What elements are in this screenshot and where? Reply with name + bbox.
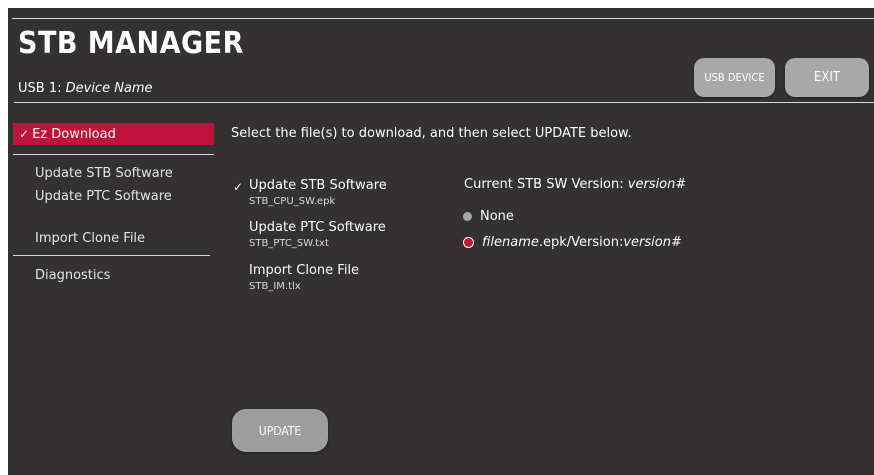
sidebar-item-label: Update STB Software (35, 165, 173, 181)
instruction-text: Select the file(s) to download, and then… (231, 126, 632, 141)
version-label-text: Current STB SW Version: (464, 177, 628, 192)
radio-none[interactable]: None (463, 209, 514, 224)
sidebar-item-update-ptc[interactable]: Update PTC Software (13, 185, 214, 207)
sidebar-divider (13, 154, 214, 155)
option-import-clone[interactable]: Import Clone File (249, 263, 359, 278)
top-divider (12, 18, 874, 19)
option-update-ptc[interactable]: Update PTC Software (249, 220, 386, 235)
radio-filename: filename (482, 235, 539, 250)
sidebar-item-update-stb[interactable]: Update STB Software (13, 162, 214, 184)
option-file-name: STB_PTC_SW.txt (249, 238, 329, 249)
option-file-name: STB_CPU_SW.epk (249, 196, 336, 207)
sidebar-item-label: Update PTC Software (35, 188, 172, 204)
sidebar-item-label: Import Clone File (35, 230, 146, 246)
radio-version: version# (623, 235, 682, 250)
sidebar-divider (13, 255, 210, 256)
radio-filename[interactable]: filename .epk/Version: version# (463, 235, 682, 250)
option-update-stb[interactable]: Update STB Software (249, 178, 387, 193)
radio-off-icon (463, 212, 472, 221)
app-title: STB MANAGER (18, 26, 244, 61)
option-file-name: STB_IM.tlx (249, 281, 301, 292)
usb-device-label: USB 1: Device Name (18, 81, 153, 96)
sidebar-item-label: Diagnostics (35, 267, 111, 283)
current-version-label: Current STB SW Version: version# (464, 177, 686, 192)
check-icon: ✓ (19, 127, 30, 141)
sidebar-item-diagnostics[interactable]: Diagnostics (13, 264, 214, 286)
version-value: version# (627, 177, 687, 192)
exit-button[interactable]: EXIT (785, 58, 869, 97)
radio-ext: .epk/Version: (538, 235, 624, 250)
sidebar-item-ez-download[interactable]: ✓ Ez Download (13, 123, 214, 145)
stb-manager-screen: STB MANAGER USB 1: Device Name USB DEVIC… (8, 8, 874, 475)
usb-device-button[interactable]: USB DEVICE (694, 58, 775, 97)
usb-device-name: Device Name (65, 81, 153, 96)
header-divider (14, 102, 874, 103)
sidebar-item-import-clone[interactable]: Import Clone File (13, 227, 214, 249)
radio-label: None (480, 209, 514, 224)
sidebar-item-label: Ez Download (32, 126, 116, 142)
update-button[interactable]: UPDATE (232, 409, 328, 452)
radio-on-icon (463, 237, 474, 248)
check-icon: ✓ (233, 180, 244, 194)
usb-prefix: USB 1: (18, 81, 66, 96)
